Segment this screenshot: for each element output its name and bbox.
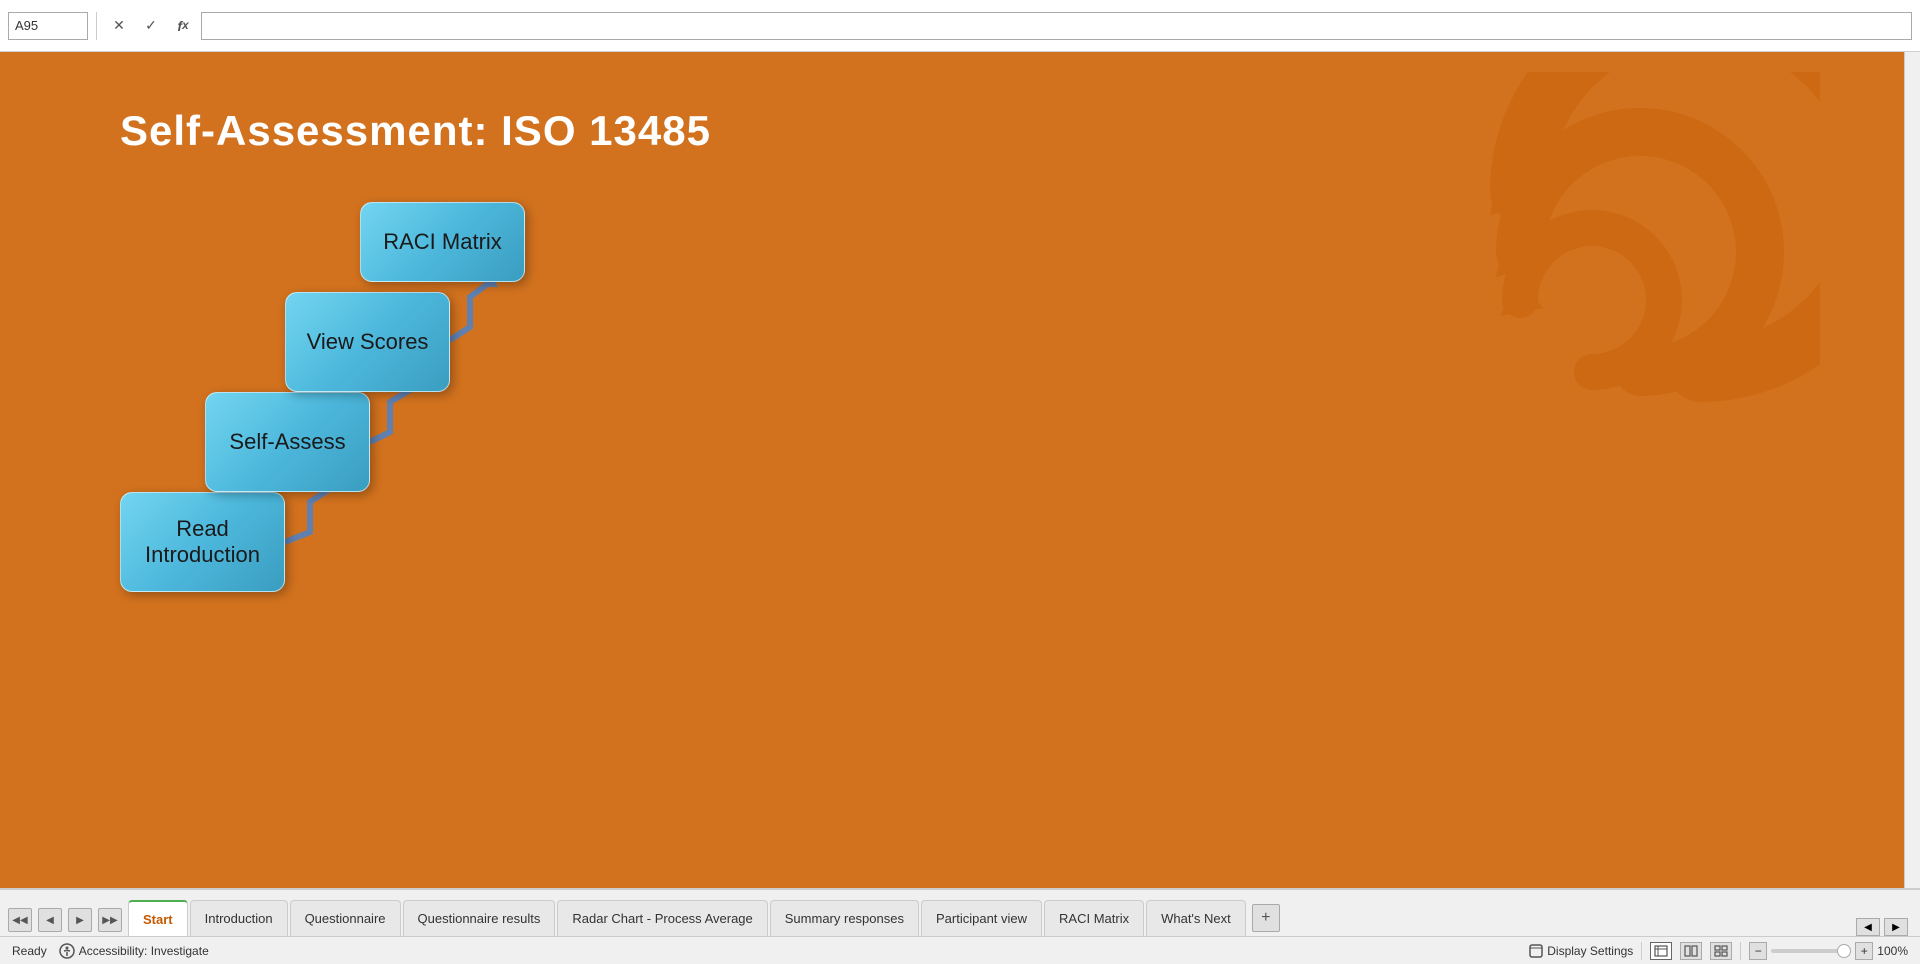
vertical-scrollbar[interactable]	[1904, 52, 1920, 888]
read-introduction-button[interactable]: ReadIntroduction	[120, 492, 285, 592]
tab-scroll-last[interactable]: ▶▶	[98, 908, 122, 932]
view-scores-label: View Scores	[307, 329, 429, 355]
navigation-boxes-container: ReadIntroduction Self-Assess View Scores…	[90, 192, 590, 712]
tab-questionnaire[interactable]: Questionnaire	[290, 900, 401, 936]
view-scores-button[interactable]: View Scores	[285, 292, 450, 392]
zoom-controls: − + 100%	[1749, 942, 1908, 960]
tab-participant-view[interactable]: Participant view	[921, 900, 1042, 936]
confirm-button[interactable]: ✓	[137, 12, 165, 40]
tab-raci-matrix[interactable]: RACI Matrix	[1044, 900, 1144, 936]
main-canvas: Self-Assessment: ISO 13485 ReadIntroduct…	[0, 52, 1920, 888]
tab-scroll-right-1[interactable]: ◀	[1856, 918, 1880, 936]
tab-start[interactable]: Start	[128, 900, 188, 936]
cell-name-input[interactable]: A95	[8, 12, 88, 40]
page-layout-view-button[interactable]	[1680, 942, 1702, 960]
tab-scroll-prev[interactable]: ◀	[38, 908, 62, 932]
add-sheet-button[interactable]: +	[1252, 904, 1280, 932]
tab-whats-next[interactable]: What's Next	[1146, 900, 1246, 936]
self-assess-button[interactable]: Self-Assess	[205, 392, 370, 492]
page-title: Self-Assessment: ISO 13485	[120, 107, 711, 155]
read-introduction-label: ReadIntroduction	[145, 516, 260, 568]
function-button[interactable]: fx	[169, 12, 197, 40]
page-break-view-button[interactable]	[1710, 942, 1732, 960]
tab-scroll-next[interactable]: ▶	[68, 908, 92, 932]
self-assess-label: Self-Assess	[229, 429, 345, 455]
status-left: Ready Accessibility: Investigate	[12, 943, 209, 959]
cancel-button[interactable]: ✕	[105, 12, 133, 40]
zoom-slider[interactable]	[1771, 949, 1851, 953]
tab-introduction[interactable]: Introduction	[190, 900, 288, 936]
excel-formula-bar: A95 ✕ ✓ fx	[0, 0, 1920, 52]
status-right: Display Settings − + 100%	[1529, 942, 1908, 960]
zoom-percent: 100%	[1877, 944, 1908, 958]
normal-view-button[interactable]	[1650, 942, 1672, 960]
formula-input[interactable]	[201, 12, 1912, 40]
separator	[96, 12, 97, 40]
ready-label: Ready	[12, 944, 47, 958]
tab-questionnaire-results[interactable]: Questionnaire results	[403, 900, 556, 936]
zoom-out-button[interactable]: −	[1749, 942, 1767, 960]
raci-matrix-label: RACI Matrix	[383, 229, 502, 255]
status-bar: Ready Accessibility: Investigate Display…	[0, 936, 1920, 964]
tab-scroll-first[interactable]: ◀◀	[8, 908, 32, 932]
sheet-tab-bar: ◀◀ ◀ ▶ ▶▶ Start Introduction Questionnai…	[0, 888, 1920, 936]
tab-scroll-right-2[interactable]: ▶	[1884, 918, 1908, 936]
zoom-in-button[interactable]: +	[1855, 942, 1873, 960]
accessibility-icon: Accessibility: Investigate	[59, 943, 209, 959]
raci-matrix-button[interactable]: RACI Matrix	[360, 202, 525, 282]
watermark-graphic	[1220, 72, 1820, 672]
status-separator-2	[1740, 942, 1741, 960]
tab-summary-responses[interactable]: Summary responses	[770, 900, 919, 936]
status-separator	[1641, 942, 1642, 960]
display-settings-btn[interactable]: Display Settings	[1529, 944, 1633, 958]
tab-radar-chart[interactable]: Radar Chart - Process Average	[557, 900, 767, 936]
